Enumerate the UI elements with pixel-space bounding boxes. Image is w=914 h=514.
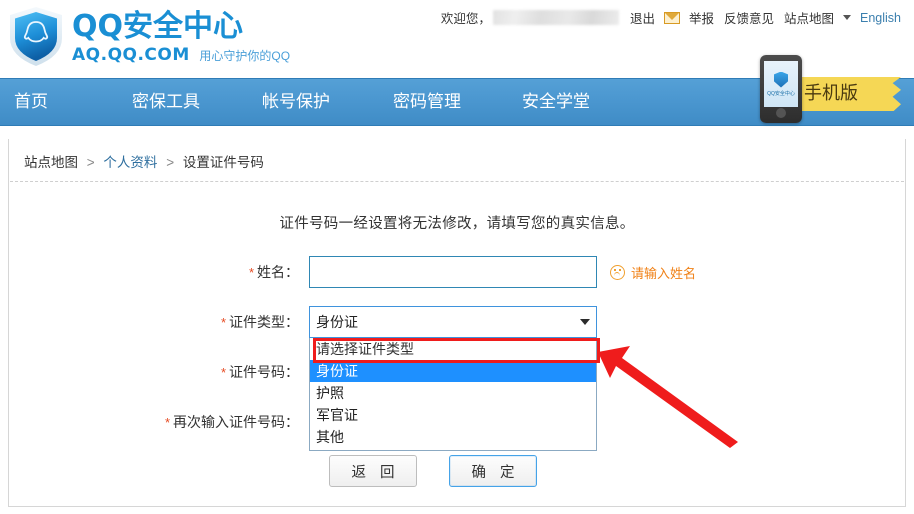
id-type-option-idcard[interactable]: 身份证 <box>310 360 596 382</box>
id-type-label-text: 证件类型： <box>229 314 299 330</box>
chevron-down-icon[interactable] <box>843 15 851 20</box>
id-type-option-officer[interactable]: 军官证 <box>310 404 596 426</box>
confirm-button[interactable]: 确 定 <box>449 455 537 487</box>
id-number-label-text: 证件号码： <box>229 364 299 380</box>
id-type-option-placeholder[interactable]: 请选择证件类型 <box>310 338 596 360</box>
masked-username <box>492 10 619 25</box>
id-type-option-other[interactable]: 其他 <box>310 426 596 448</box>
phone-app-label: QQ安全中心 <box>767 90 795 97</box>
qq-shield-logo-icon <box>8 6 64 68</box>
form-actions: 返 回 确 定 <box>9 455 905 487</box>
english-link[interactable]: English <box>860 11 901 25</box>
required-marker: * <box>220 315 226 330</box>
required-marker: * <box>220 365 226 380</box>
name-label: * 姓名： <box>9 262 309 282</box>
name-input[interactable] <box>309 256 597 288</box>
header-utility-links: 欢迎您， 退出 举报 反馈意见 站点地图 English <box>441 8 906 27</box>
id-form: * 姓名： 请输入姓名 * 证件类型： 身份证 请选择证件类型 身份证 护照 军… <box>9 255 905 487</box>
nav-item-password-management[interactable]: 密码管理 <box>393 79 522 125</box>
breadcrumb-root[interactable]: 站点地图 <box>24 155 78 170</box>
required-marker: * <box>248 265 254 280</box>
breadcrumb-current: 设置证件号码 <box>182 155 264 170</box>
report-link[interactable]: 举报 <box>689 8 714 27</box>
id-type-label: * 证件类型： <box>9 312 309 332</box>
logo-slogan: 用心守护你的QQ <box>199 49 291 63</box>
breadcrumb-separator-1: > <box>86 155 95 170</box>
phone-screen: QQ安全中心 <box>764 61 798 107</box>
site-logo[interactable]: QQ安全中心 AQ.QQ.COM 用心守护你的QQ <box>8 6 290 68</box>
mobile-version-promo[interactable]: 手机版 QQ安全中心 <box>738 55 906 127</box>
name-label-text: 姓名： <box>257 264 299 280</box>
id-type-selected-value: 身份证 <box>316 314 358 330</box>
main-navigation: 首页 密保工具 帐号保护 密码管理 安全学堂 手机版 QQ安全中心 <box>0 55 914 126</box>
mobile-ribbon: 手机版 <box>796 77 901 111</box>
logo-title: QQ安全中心 <box>72 9 244 44</box>
back-button[interactable]: 返 回 <box>329 455 417 487</box>
nav-item-account-protection[interactable]: 帐号保护 <box>262 79 393 125</box>
sitemap-link[interactable]: 站点地图 <box>784 8 834 27</box>
breadcrumb: 站点地图 > 个人资料 > 设置证件号码 <box>10 139 904 182</box>
mobile-ribbon-label: 手机版 <box>804 83 858 104</box>
id-number-confirm-label-text: 再次输入证件号码： <box>173 414 299 430</box>
chevron-down-icon[interactable] <box>580 319 590 325</box>
logout-link[interactable]: 退出 <box>630 8 655 27</box>
form-row-name: * 姓名： 请输入姓名 <box>9 255 905 289</box>
required-marker: * <box>164 415 170 430</box>
breadcrumb-separator-2: > <box>166 155 175 170</box>
id-number-label: * 证件号码： <box>9 362 309 382</box>
phone-icon: QQ安全中心 <box>760 55 802 123</box>
page-notice: 证件号码一经设置将无法修改，请填写您的真实信息。 <box>279 216 635 232</box>
content-panel: 站点地图 > 个人资料 > 设置证件号码 证件号码一经设置将无法修改，请填写您的… <box>8 139 906 507</box>
nav-item-home[interactable]: 首页 <box>14 79 132 125</box>
id-type-select-wrapper: 身份证 请选择证件类型 身份证 护照 军官证 其他 <box>309 306 597 451</box>
id-type-select[interactable]: 身份证 <box>309 306 597 338</box>
nav-item-security-school[interactable]: 安全学堂 <box>522 79 642 125</box>
form-row-id-type: * 证件类型： 身份证 请选择证件类型 身份证 护照 军官证 其他 <box>9 305 905 451</box>
phone-shield-icon <box>774 71 788 88</box>
id-type-option-passport[interactable]: 护照 <box>310 382 596 404</box>
logo-domain: AQ.QQ.COM <box>72 45 190 65</box>
sad-face-icon <box>610 264 625 280</box>
name-error-message: 请输入姓名 <box>610 263 696 282</box>
nav-item-security-tools[interactable]: 密保工具 <box>132 79 262 125</box>
name-error-text: 请输入姓名 <box>631 265 697 281</box>
envelope-icon[interactable] <box>663 11 680 24</box>
welcome-text: 欢迎您， <box>440 12 491 26</box>
id-number-confirm-label: * 再次输入证件号码： <box>9 412 309 432</box>
id-type-dropdown-list: 请选择证件类型 身份证 护照 军官证 其他 <box>309 338 597 451</box>
phone-home-button-icon <box>776 108 786 118</box>
feedback-link[interactable]: 反馈意见 <box>724 8 774 27</box>
breadcrumb-parent[interactable]: 个人资料 <box>103 155 157 170</box>
